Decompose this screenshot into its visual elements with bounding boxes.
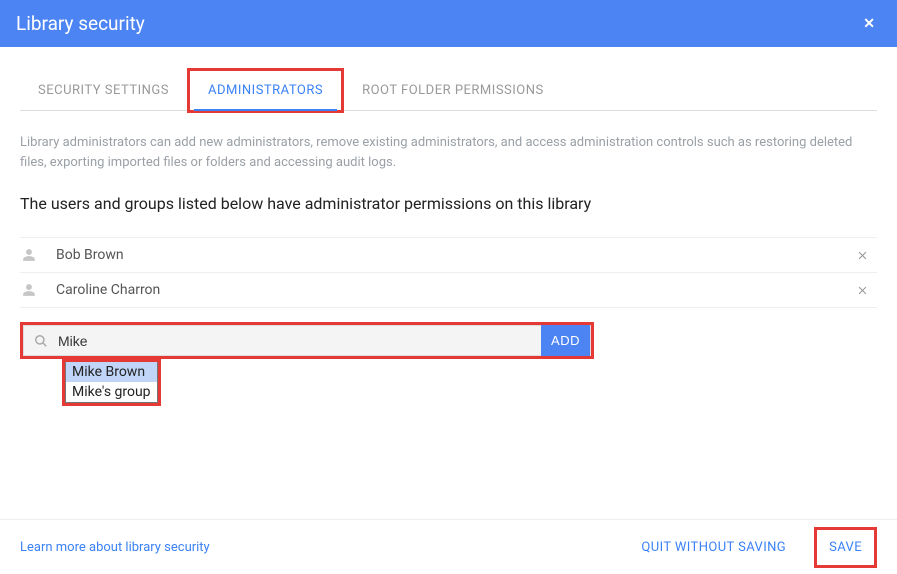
autocomplete-inner: Mike Brown Mike's group <box>65 362 158 403</box>
save-highlight: SAVE <box>814 527 877 568</box>
remove-admin-icon[interactable] <box>848 280 877 301</box>
quit-without-saving-button[interactable]: QUIT WITHOUT SAVING <box>637 530 790 565</box>
learn-more-link[interactable]: Learn more about library security <box>20 540 210 555</box>
remove-admin-icon[interactable] <box>848 245 877 266</box>
add-admin-highlight: ADD <box>20 322 594 359</box>
tab-administrators[interactable]: ADMINISTRATORS <box>187 68 344 113</box>
add-button[interactable]: ADD <box>541 325 590 356</box>
tab-bar: SECURITY SETTINGS ADMINISTRATORS ROOT FO… <box>20 71 877 111</box>
admin-search-input[interactable] <box>58 326 541 355</box>
admin-name: Bob Brown <box>56 247 848 263</box>
tab-root-folder-permissions[interactable]: ROOT FOLDER PERMISSIONS <box>344 71 562 110</box>
user-icon <box>22 283 36 297</box>
add-admin-section: ADD Mike Brown Mike's group <box>20 322 594 359</box>
admin-list: Bob Brown Caroline Charron <box>20 237 877 308</box>
autocomplete-dropdown: Mike Brown Mike's group <box>62 359 161 406</box>
modal-header: Library security ✕ <box>0 0 897 47</box>
admin-row: Bob Brown <box>20 238 877 273</box>
admin-row: Caroline Charron <box>20 273 877 308</box>
add-admin-row: ADD <box>23 325 591 356</box>
save-button[interactable]: SAVE <box>817 530 874 565</box>
search-icon <box>34 334 48 348</box>
admin-name: Caroline Charron <box>56 282 848 298</box>
modal-title: Library security <box>16 12 145 35</box>
autocomplete-item[interactable]: Mike's group <box>66 382 157 402</box>
modal-footer: Learn more about library security QUIT W… <box>0 519 897 574</box>
admin-list-heading: The users and groups listed below have a… <box>20 194 877 213</box>
user-icon <box>22 248 36 262</box>
modal-content: SECURITY SETTINGS ADMINISTRATORS ROOT FO… <box>0 71 897 359</box>
tab-security-settings[interactable]: SECURITY SETTINGS <box>20 71 187 110</box>
close-icon[interactable]: ✕ <box>857 10 881 38</box>
tab-description: Library administrators can add new admin… <box>20 133 877 172</box>
autocomplete-item[interactable]: Mike Brown <box>66 362 157 382</box>
